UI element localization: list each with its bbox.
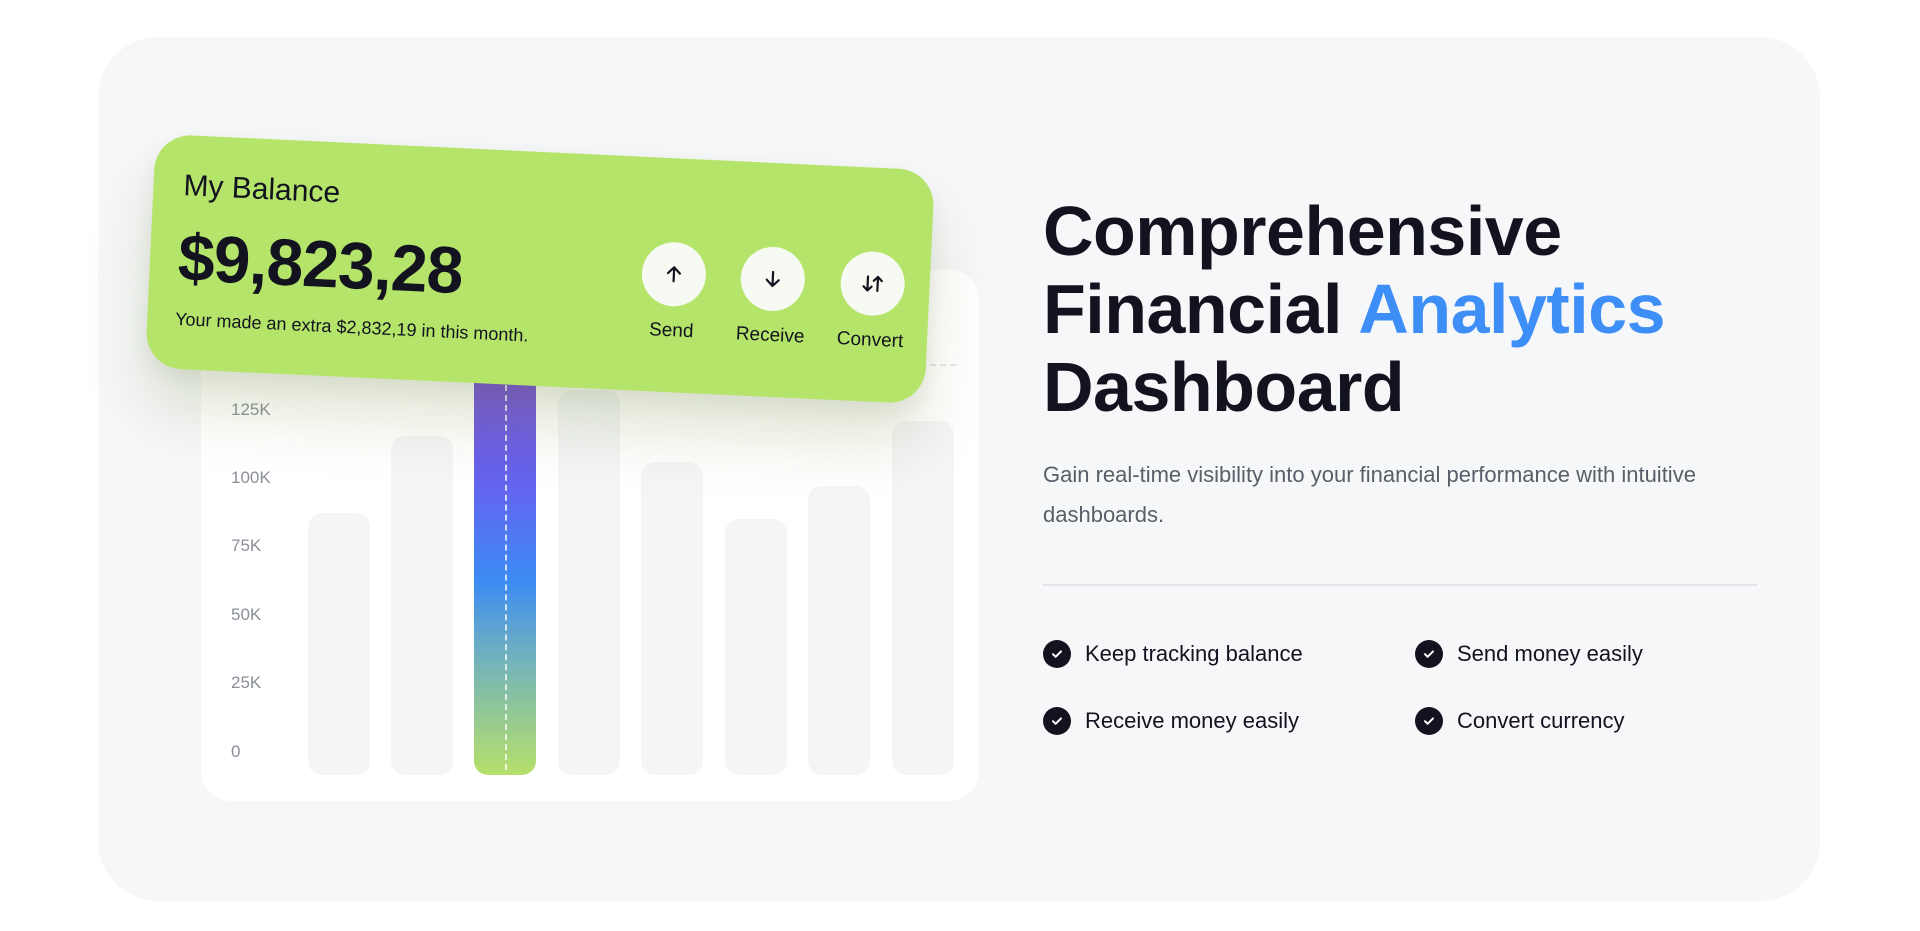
balance-note: Your made an extra $2,832,19 in this mon… bbox=[174, 308, 529, 346]
balance-amount: $9,823,28 bbox=[176, 219, 465, 308]
check-circle-icon bbox=[1043, 707, 1071, 735]
y-tick-label: 0 bbox=[231, 742, 241, 761]
feature-item: Send money easily bbox=[1415, 640, 1643, 668]
check-circle-icon bbox=[1415, 707, 1443, 735]
feature-item: Convert currency bbox=[1415, 707, 1625, 735]
convert-label: Convert bbox=[836, 328, 904, 353]
heading-line-1: Comprehensive bbox=[1043, 192, 1562, 270]
send-label: Send bbox=[648, 319, 694, 343]
arrow-down-icon bbox=[739, 245, 807, 313]
chart-bar bbox=[308, 513, 370, 775]
y-tick-label: 100K bbox=[231, 468, 271, 487]
heading-accent-word: Analytics bbox=[1358, 270, 1666, 348]
page-title: Comprehensive Financial Analytics Dashbo… bbox=[1043, 192, 1803, 426]
feature-label: Send money easily bbox=[1457, 641, 1643, 666]
y-tick-label: 75K bbox=[231, 536, 262, 555]
balance-card: My Balance $9,823,28 Your made an extra … bbox=[144, 133, 936, 405]
chart-bar bbox=[558, 390, 620, 775]
hero-description: Gain real-time visibility into your fina… bbox=[1043, 462, 1696, 527]
chart-bar bbox=[892, 421, 954, 775]
heading-line-3: Dashboard bbox=[1043, 348, 1405, 426]
receive-button[interactable]: Receive bbox=[720, 245, 825, 350]
feature-label: Convert currency bbox=[1457, 708, 1625, 733]
send-button[interactable]: Send bbox=[621, 240, 726, 345]
divider bbox=[1043, 584, 1757, 586]
chart-bar bbox=[725, 519, 787, 775]
chart-bar bbox=[808, 486, 870, 775]
y-tick-label: 125K bbox=[231, 400, 271, 419]
swap-arrows-icon bbox=[839, 250, 907, 318]
chart-bar bbox=[391, 436, 453, 775]
bar-guide-line bbox=[505, 375, 507, 770]
feature-label: Receive money easily bbox=[1085, 708, 1299, 733]
balance-title: My Balance bbox=[182, 169, 341, 210]
heading-line-2: Financial bbox=[1043, 270, 1342, 348]
check-circle-icon bbox=[1043, 640, 1071, 668]
feature-item: Receive money easily bbox=[1043, 707, 1299, 735]
chart-bar bbox=[641, 462, 703, 775]
y-tick-label: 50K bbox=[231, 605, 262, 624]
check-circle-icon bbox=[1415, 640, 1443, 668]
convert-button[interactable]: Convert bbox=[820, 249, 925, 354]
feature-label: Keep tracking balance bbox=[1085, 641, 1303, 666]
receive-label: Receive bbox=[735, 323, 805, 348]
arrow-up-icon bbox=[640, 240, 708, 308]
y-tick-label: 25K bbox=[231, 673, 262, 692]
feature-item: Keep tracking balance bbox=[1043, 640, 1303, 668]
